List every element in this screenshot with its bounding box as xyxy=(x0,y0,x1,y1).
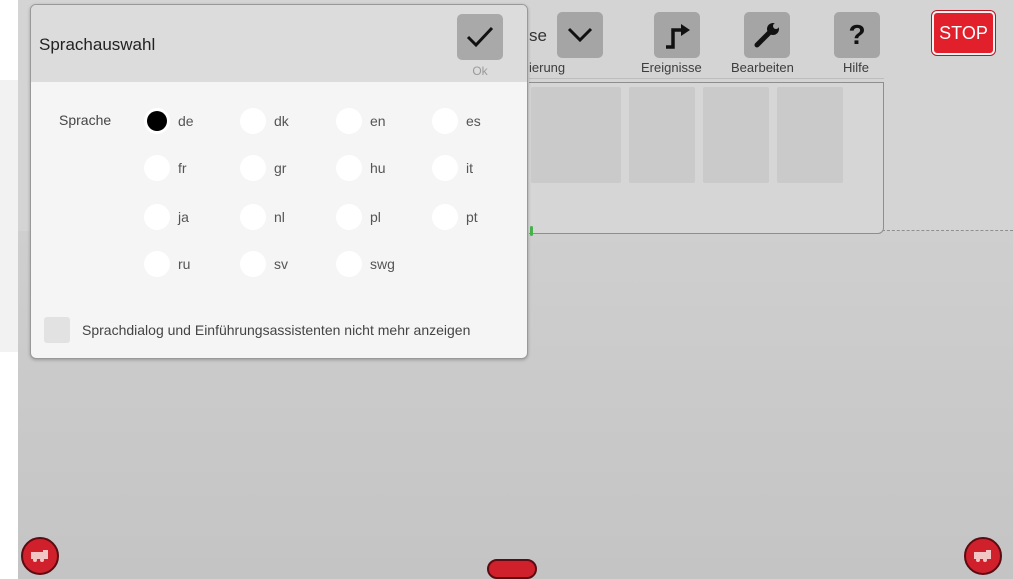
language-dialog: Sprachauswahl Ok Sprache de dk en es fr gr hu i… xyxy=(30,4,528,359)
language-radio[interactable] xyxy=(144,251,170,277)
events-label: Ereignisse xyxy=(641,60,702,75)
language-option-label: sv xyxy=(274,256,288,272)
events-step-icon xyxy=(666,24,690,49)
content-panel xyxy=(529,82,884,234)
wrench-icon xyxy=(754,23,779,48)
language-radio[interactable] xyxy=(144,155,170,181)
panel-slot[interactable] xyxy=(777,87,843,183)
language-option-label: swg xyxy=(370,256,395,272)
ok-button[interactable] xyxy=(457,14,503,60)
help-button[interactable]: ? xyxy=(834,12,880,58)
events-button[interactable] xyxy=(654,12,700,58)
language-option-label: de xyxy=(178,113,194,129)
edit-label: Bearbeiten xyxy=(731,60,794,75)
language-option-label: fr xyxy=(178,160,187,176)
locomotive-button-left[interactable] xyxy=(21,537,59,575)
language-radio[interactable] xyxy=(144,108,170,134)
dont-show-again-label: Sprachdialog und Einführungsassistenten … xyxy=(82,322,471,338)
language-option-label: nl xyxy=(274,209,285,225)
ok-label: Ok xyxy=(472,64,488,78)
panel-slot[interactable] xyxy=(629,87,695,183)
language-radio[interactable] xyxy=(336,108,362,134)
dont-show-again-checkbox[interactable] xyxy=(44,317,70,343)
language-option-label: es xyxy=(466,113,481,129)
help-label: Hilfe xyxy=(843,60,870,75)
edit-button[interactable] xyxy=(744,12,790,58)
language-option-label: ja xyxy=(178,209,189,225)
center-bottom-button[interactable] xyxy=(487,559,537,579)
panel-slot[interactable] xyxy=(703,87,769,183)
language-option-label: pl xyxy=(370,209,381,225)
language-radio[interactable] xyxy=(336,155,362,181)
language-option-label: pt xyxy=(466,209,478,225)
stop-button[interactable]: STOP xyxy=(932,11,995,55)
locomotive-icon xyxy=(31,550,48,562)
language-radio[interactable] xyxy=(432,155,458,181)
dropdown-button[interactable] xyxy=(557,12,603,58)
toolbar-divider xyxy=(529,78,884,79)
language-radio[interactable] xyxy=(432,108,458,134)
dialog-title: Sprachauswahl xyxy=(39,35,156,54)
language-radio[interactable] xyxy=(240,204,266,230)
panel-slot[interactable] xyxy=(555,87,621,183)
partial-dropdown-text: se xyxy=(529,26,547,45)
locomotive-button-right[interactable] xyxy=(964,537,1002,575)
question-mark-icon: ? xyxy=(848,19,866,50)
track-dashed-line xyxy=(882,230,1013,231)
language-radio[interactable] xyxy=(336,251,362,277)
language-radio[interactable] xyxy=(432,204,458,230)
locomotive-icon xyxy=(974,550,991,562)
language-radio[interactable] xyxy=(240,251,266,277)
language-option-label: hu xyxy=(370,160,386,176)
language-option-label: en xyxy=(370,113,386,129)
chevron-down-icon xyxy=(567,27,593,43)
checkmark-icon xyxy=(466,26,494,48)
language-label: Sprache xyxy=(59,112,112,128)
language-radio[interactable] xyxy=(240,108,266,134)
language-option-label: ru xyxy=(178,256,191,272)
language-radio[interactable] xyxy=(336,204,362,230)
language-option-label: gr xyxy=(274,160,287,176)
partial-dropdown-label: ierung xyxy=(529,60,566,75)
green-marker xyxy=(530,226,533,236)
language-radio[interactable] xyxy=(144,204,170,230)
language-option-label: it xyxy=(466,160,473,176)
language-option-label: dk xyxy=(274,113,289,129)
language-radio[interactable] xyxy=(240,155,266,181)
left-edge-strip xyxy=(0,80,18,352)
